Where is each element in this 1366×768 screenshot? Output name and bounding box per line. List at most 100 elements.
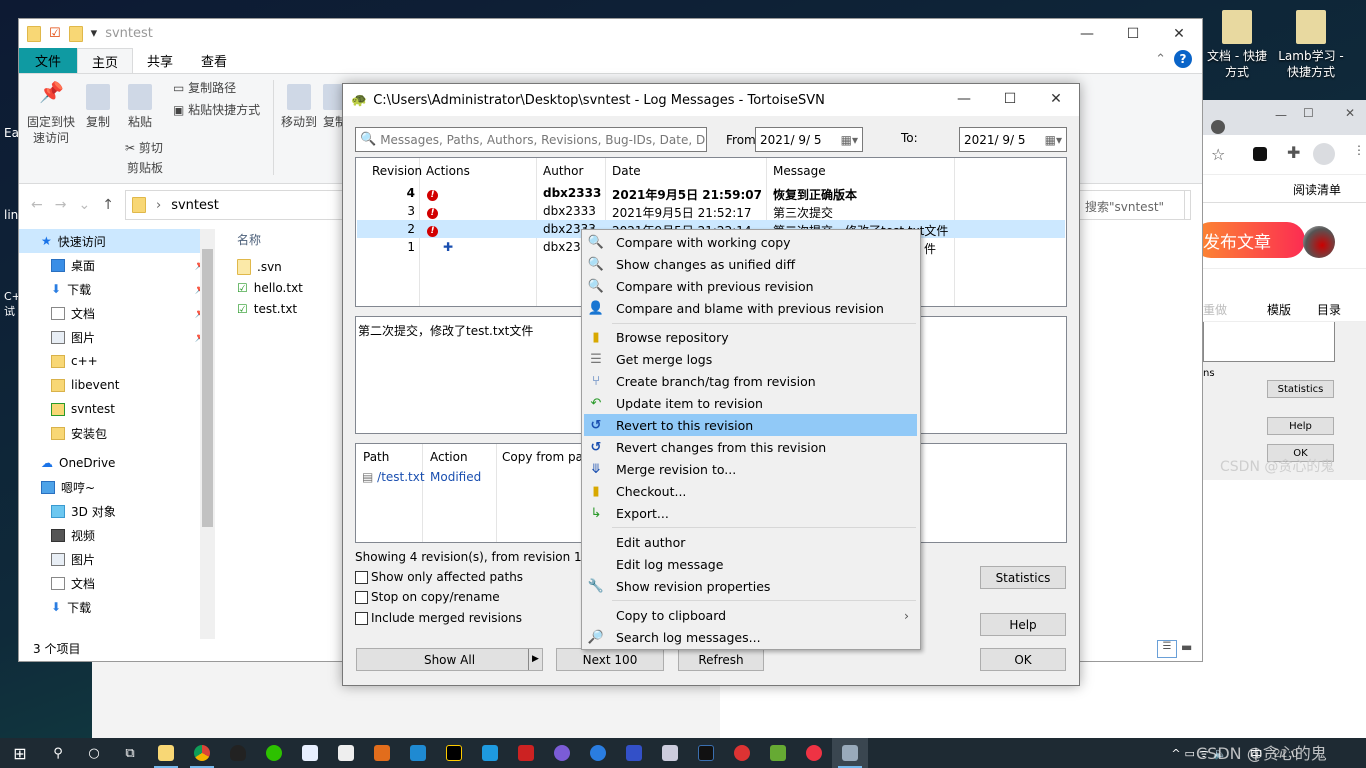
statistics-button[interactable]: Statistics [980,566,1066,589]
column-message[interactable]: Message [773,164,826,178]
column-date[interactable]: Date [612,164,641,178]
collapse-ribbon-icon[interactable]: ⌃ [1155,52,1166,67]
path-row[interactable]: ▤ /test.txt [362,470,425,484]
column-author[interactable]: Author [543,164,583,178]
from-date-picker[interactable]: 2021/ 9/ 5 ▦▾ [755,127,863,152]
nav-pictures[interactable]: 图片📌 [19,325,215,349]
refresh-button[interactable]: Refresh [678,648,764,671]
menu-icon[interactable]: ⋮ [1353,143,1365,157]
column-copy-from[interactable]: Copy from path [502,450,582,464]
publish-button[interactable]: 发布文章 [1193,222,1305,258]
tab-file[interactable]: 文件 [19,48,78,73]
star-icon[interactable]: ☆ [1211,145,1225,164]
pin-quick-access-button[interactable]: 📌 固定到快速访问 [25,82,77,146]
menu-item-browse-repository[interactable]: ▮ Browse repository [584,326,917,348]
maximize-button[interactable]: ☐ [1303,106,1314,120]
minimize-button[interactable]: — [941,84,987,113]
new-folder-icon[interactable] [68,25,83,42]
menu-item-edit-log-message[interactable]: Edit log message [584,553,917,575]
minimize-button[interactable]: — [1275,108,1287,122]
menu-item-compare-blame[interactable]: 👤 Compare and blame with previous revisio… [584,297,917,319]
user-avatar[interactable] [1303,226,1335,258]
taskbar-typora[interactable] [328,738,364,768]
taskbar-vscode[interactable] [400,738,436,768]
show-all-button[interactable]: Show All ▶ [356,648,543,671]
dropdown-arrow-icon[interactable]: ▶ [528,649,542,670]
menu-item-revert-changes[interactable]: ↺ Revert changes from this revision [584,436,917,458]
nav-buttons[interactable]: ←→⌄↑ [31,197,126,213]
copy-button[interactable]: 复制 [83,84,113,130]
menu-item-compare-working-copy[interactable]: 🔍 Compare with working copy [584,231,917,253]
menu-item-merge-logs[interactable]: ☰ Get merge logs [584,348,917,370]
task-view-button[interactable]: ⧉ [112,738,148,768]
move-to-button[interactable]: 移动到 [279,84,319,130]
tab-share[interactable]: 共享 [133,48,187,73]
taskbar-terminal[interactable] [688,738,724,768]
taskbar-app[interactable] [292,738,328,768]
cut-button[interactable]: ✂ 剪切 [125,140,163,156]
taskbar-qq[interactable] [220,738,256,768]
taskbar-app5[interactable] [724,738,760,768]
help-button[interactable]: Help [980,613,1066,636]
show-only-affected-checkbox[interactable]: Show only affected paths [355,570,523,584]
taskbar-app6[interactable] [760,738,796,768]
taskbar-chrome[interactable] [184,738,220,768]
puzzle-icon[interactable]: ✚ [1287,143,1300,162]
help-icon[interactable]: ? [1174,50,1192,68]
cortana-button[interactable]: ○ [76,738,112,768]
customize-toolbar-icon[interactable]: ▾ [91,26,98,41]
statistics-button[interactable]: Statistics [1267,380,1334,398]
menu-item-export[interactable]: ↳ Export... [584,502,917,524]
close-button[interactable]: ✕ [1156,19,1202,48]
stop-on-copy-checkbox[interactable]: Stop on copy/rename [355,590,500,604]
nav-svntest[interactable]: svntest [19,397,215,421]
taskbar-app3[interactable] [616,738,652,768]
column-revision[interactable]: Revision [372,164,422,178]
desktop-icon-lamb[interactable]: Lamb学习 - 快捷方式 [1276,10,1346,80]
search-input[interactable]: 搜索"svntest" [1079,190,1191,220]
revision-row[interactable]: 4 ! dbx2333 2021年9月5日 21:59:07 恢复到正确版本 [357,184,1065,202]
menu-item-create-branch[interactable]: ⑂ Create branch/tag from revision [584,370,917,392]
taskbar-en[interactable] [544,738,580,768]
nav-downloads-pc[interactable]: ⬇ 下载 [19,595,215,619]
profile-avatar[interactable] [1313,143,1335,165]
template-button[interactable]: 模版 [1267,301,1291,318]
nav-installers[interactable]: 安装包 [19,421,215,445]
nav-documents[interactable]: 文档📌 [19,301,215,325]
column-name-header[interactable]: 名称 [237,231,303,248]
menu-item-merge-revision[interactable]: ⤋ Merge revision to... [584,458,917,480]
tab-view[interactable]: 查看 [187,48,241,73]
to-date-picker[interactable]: 2021/ 9/ 5 ▦▾ [959,127,1067,152]
revision-row[interactable]: 3 ! dbx2333 2021年9月5日 21:52:17 第三次提交 [357,202,1065,220]
menu-item-search-log[interactable]: 🔎 Search log messages... [584,626,917,648]
close-button[interactable]: ✕ [1345,106,1355,120]
start-button[interactable]: ⊞ [0,738,40,768]
taskbar-file-explorer[interactable] [148,738,184,768]
search-button[interactable]: ⚲ [40,738,76,768]
menu-item-update-to-revision[interactable]: ↶ Update item to revision [584,392,917,414]
taskbar-tortoisesvn[interactable] [832,738,868,768]
nav-desktop[interactable]: 桌面📌 [19,253,215,277]
paste-shortcut-button[interactable]: ▣ 粘贴快捷方式 [173,102,260,118]
paste-button[interactable]: 粘贴 [125,84,155,130]
maximize-button[interactable]: ☐ [1110,19,1156,48]
reading-list[interactable]: 阅读清单 [1293,181,1341,198]
maximize-button[interactable]: ☐ [987,84,1033,113]
menu-item-checkout[interactable]: ▮ Checkout... [584,480,917,502]
taskbar-zy[interactable] [508,738,544,768]
column-actions[interactable]: Actions [426,164,470,178]
column-path[interactable]: Path [363,450,389,464]
taskbar-app2[interactable] [472,738,508,768]
tab-home[interactable]: 主页 [77,48,134,73]
nav-onedrive[interactable]: ☁ OneDrive [19,451,215,475]
include-merged-checkbox[interactable]: Include merged revisions [355,611,522,625]
log-filter-input[interactable]: 🔍 Messages, Paths, Authors, Revisions, Bu… [355,127,707,152]
nav-libevent[interactable]: libevent [19,373,215,397]
menu-item-unified-diff[interactable]: 🔍 Show changes as unified diff [584,253,917,275]
redo-button[interactable]: 重做 [1203,301,1227,318]
nav-videos[interactable]: 视频 [19,523,215,547]
nav-downloads[interactable]: ⬇下载📌 [19,277,215,301]
menu-item-edit-author[interactable]: Edit author [584,531,917,553]
taskbar-wechat[interactable] [256,738,292,768]
ok-button[interactable]: OK [980,648,1066,671]
